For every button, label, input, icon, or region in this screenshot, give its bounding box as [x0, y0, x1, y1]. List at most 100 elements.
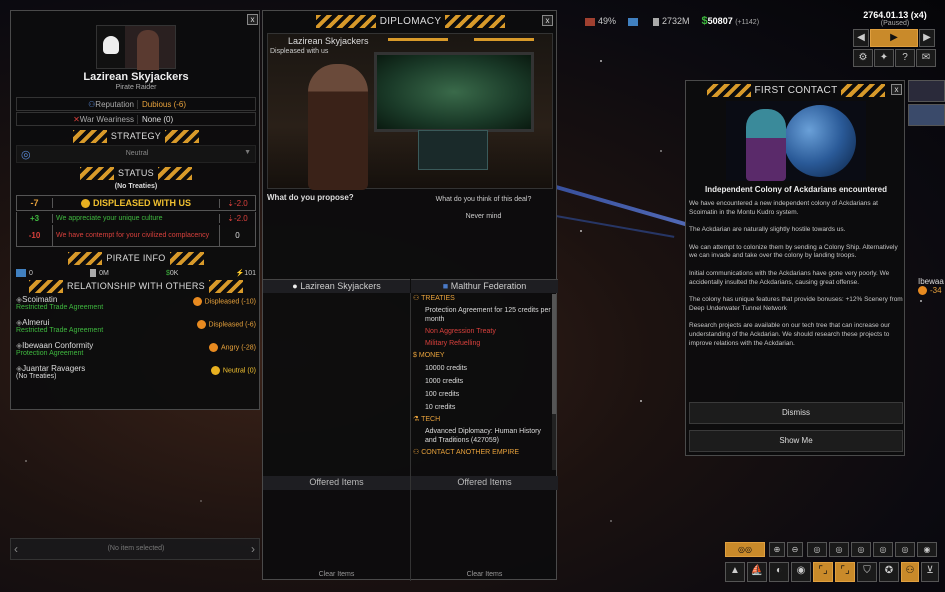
- options-scrollbar[interactable]: [552, 294, 556, 470]
- filter-button-5[interactable]: ◎: [895, 542, 915, 557]
- tech-option[interactable]: Advanced Diplomacy: Human History and Tr…: [413, 427, 553, 445]
- view-mode-button[interactable]: ◎◎: [725, 542, 765, 557]
- viewscreen: [374, 52, 534, 132]
- ship-icon: ⛵: [750, 565, 764, 576]
- tool-button-5[interactable]: ⌜⌟: [813, 562, 833, 582]
- first-contact-header: FIRST CONTACT: [686, 83, 906, 97]
- money-option[interactable]: 10 credits: [413, 403, 553, 412]
- filter-button-6[interactable]: ◉: [917, 542, 937, 557]
- reason-row: +3 We appreciate your unique culture ⇣-2…: [16, 212, 256, 225]
- money-option[interactable]: 100 credits: [413, 390, 553, 399]
- credits-stat[interactable]: $50807 (+1142): [702, 15, 759, 27]
- relation-item[interactable]: ◈Juantar Ravagers (No Treaties) Neutral …: [16, 364, 256, 386]
- empire-name: Lazirean Skyjackers: [83, 71, 189, 83]
- status-treaties: (No Treaties): [114, 183, 158, 190]
- galaxy-icon: ✦: [879, 52, 889, 63]
- map-empire-label[interactable]: Ibewaa -34: [918, 277, 944, 295]
- zoom-in-button[interactable]: ⊕: [769, 542, 785, 557]
- tool-button-10[interactable]: ⊻: [921, 562, 939, 582]
- tool-button-4[interactable]: ◉: [791, 562, 811, 582]
- dismiss-button[interactable]: Dismiss: [689, 402, 903, 424]
- war-weariness-value: None (0): [137, 114, 173, 124]
- first-contact-image: [726, 101, 866, 181]
- offered-right-header: Offered Items: [411, 476, 558, 490]
- filter-icon: ◎: [857, 545, 865, 554]
- status-mood-score: ⇣-2.0: [219, 198, 255, 208]
- filter-button-1[interactable]: ◎: [807, 542, 827, 557]
- help-button[interactable]: ?: [895, 49, 915, 67]
- filter-icon: ◎: [879, 545, 887, 554]
- reputation-row[interactable]: ⚇Reputation Dubious (-6): [16, 97, 256, 111]
- displeased-icon: [80, 199, 90, 209]
- approval-stat[interactable]: 49%: [585, 16, 616, 26]
- clear-items-right-button[interactable]: Clear Items: [411, 571, 558, 578]
- status-mood-row[interactable]: -7 DISPLEASED WITH US ⇣-2.0: [16, 195, 256, 211]
- messages-button[interactable]: ✉: [916, 49, 936, 67]
- galaxy-button[interactable]: ✦: [874, 49, 894, 67]
- tool-button-1[interactable]: ▲: [725, 562, 745, 582]
- zoom-out-button[interactable]: ⊖: [787, 542, 803, 557]
- contact-header[interactable]: ⚇ CONTACT ANOTHER EMPIRE: [413, 448, 553, 457]
- treaty-option[interactable]: Non Aggression Treaty: [413, 327, 553, 336]
- leader-name: Lazirean Skyjackers: [288, 36, 369, 46]
- leader-figure: [308, 64, 368, 190]
- empire-icon: ⚙: [858, 52, 868, 63]
- filter-button-2[interactable]: ◎: [829, 542, 849, 557]
- close-diplomacy-button[interactable]: x: [542, 15, 553, 26]
- tech-header[interactable]: ⚗ TECH: [413, 415, 553, 424]
- clear-items-left-button[interactable]: Clear Items: [263, 571, 410, 578]
- deal-question: What do you think of this deal?: [435, 196, 532, 203]
- planet-icon: ◐: [775, 565, 783, 576]
- first-contact-panel: FIRST CONTACT x Independent Colony of Ac…: [685, 80, 905, 456]
- left-empire-tab[interactable]: ● Lazirean Skyjackers: [263, 279, 410, 293]
- treaties-header[interactable]: ⚇ TREATIES: [413, 294, 553, 303]
- tool-button-7[interactable]: ⛉: [857, 562, 877, 582]
- show-me-button[interactable]: Show Me: [689, 430, 903, 452]
- crossed-swords-icon: ✕: [73, 114, 80, 124]
- relation-item[interactable]: ◈Almerui Restricted Trade Agreement Disp…: [16, 318, 256, 340]
- leader-figure: [137, 30, 159, 70]
- angry-icon: [208, 343, 218, 352]
- relation-item[interactable]: ◈Scoimatin Restricted Trade Agreement Di…: [16, 295, 256, 317]
- tool-button-3[interactable]: ◐: [769, 562, 789, 582]
- money-option[interactable]: 10000 credits: [413, 364, 553, 373]
- next-arrow-icon[interactable]: ›: [251, 542, 255, 556]
- money-option[interactable]: 1000 credits: [413, 377, 553, 386]
- money-header[interactable]: $ MONEY: [413, 351, 553, 360]
- tool-button-8[interactable]: ✪: [879, 562, 899, 582]
- treaty-option[interactable]: Protection Agreement for 125 credits per…: [413, 306, 553, 324]
- game-date: 2764.01.13 (x4): [863, 10, 927, 20]
- close-first-contact-button[interactable]: x: [891, 84, 902, 95]
- angry-icon: [918, 286, 927, 295]
- tool-button-2[interactable]: ⛵: [747, 562, 767, 582]
- dollar-icon: $: [413, 352, 417, 359]
- close-icon: x: [545, 16, 550, 25]
- rewind-button[interactable]: ◀: [853, 29, 869, 47]
- date-display[interactable]: 2764.01.13 (x4) (Paused): [850, 10, 940, 27]
- selection-bar: ‹ (No item selected) ›: [10, 538, 260, 560]
- play-button[interactable]: ▶: [870, 29, 918, 47]
- treaty-option[interactable]: Military Refuelling: [413, 339, 553, 348]
- side-thumbnail-2[interactable]: [908, 104, 945, 126]
- relation-item[interactable]: ◈Ibewaan Conformity Protection Agreement…: [16, 341, 256, 363]
- close-icon: x: [250, 15, 255, 24]
- empire-button[interactable]: ⚙: [853, 49, 873, 67]
- bracket-icon: ⌜⌟: [840, 565, 850, 576]
- strategy-select[interactable]: ◎ Neutral ▼: [16, 145, 256, 163]
- close-empire-panel-button[interactable]: x: [247, 14, 258, 25]
- status-mood: DISPLEASED WITH US: [53, 198, 219, 209]
- tool-button-6[interactable]: ⌜⌟: [835, 562, 855, 582]
- mood-bar-2: [474, 38, 534, 41]
- fast-forward-button[interactable]: ▶: [919, 29, 935, 47]
- flag-stat[interactable]: [628, 16, 641, 26]
- reputation-value: Dubious (-6): [137, 99, 186, 109]
- right-empire-tab[interactable]: ■ Malthur Federation: [411, 279, 558, 293]
- side-thumbnail-1[interactable]: [908, 80, 945, 102]
- war-weariness-row[interactable]: ✕War Weariness None (0): [16, 112, 256, 126]
- population-stat[interactable]: 2732M: [653, 16, 690, 26]
- filter-button-3[interactable]: ◎: [851, 542, 871, 557]
- population-icon: [653, 17, 660, 26]
- skull-icon: ●: [292, 281, 298, 291]
- filter-button-4[interactable]: ◎: [873, 542, 893, 557]
- tool-button-9[interactable]: ⚇: [901, 562, 919, 582]
